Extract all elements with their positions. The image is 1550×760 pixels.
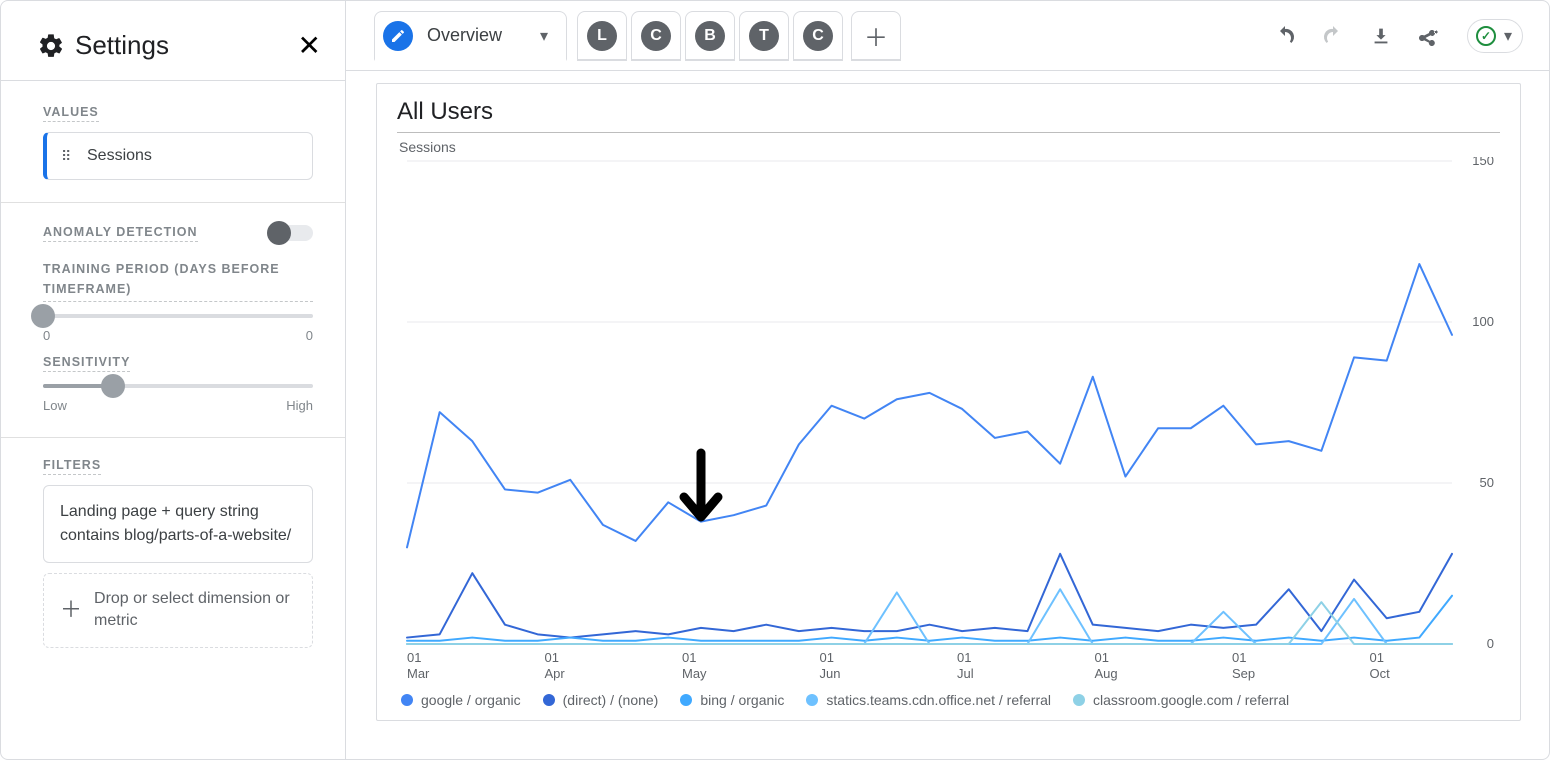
svg-text:Jul: Jul [957,666,974,681]
legend-item[interactable]: bing / organic [680,692,784,708]
svg-text:01: 01 [957,650,971,665]
mini-tab-label: T [749,21,779,51]
filter-drop-target[interactable]: ＋ Drop or select dimension or metric [43,573,313,648]
plus-icon: ＋ [60,595,82,626]
values-section-label: VALUES [43,105,99,122]
svg-text:01: 01 [407,650,421,665]
tab-overview[interactable]: Overview ▾ [374,11,567,61]
svg-text:01: 01 [1232,650,1246,665]
svg-text:150: 150 [1472,157,1494,168]
svg-text:01: 01 [545,650,559,665]
filter-chip[interactable]: Landing page + query string contains blo… [43,485,313,563]
status-pill[interactable]: ✓ ▾ [1467,19,1523,53]
svg-text:01: 01 [820,650,834,665]
tab-add[interactable]: ＋ [851,11,901,61]
legend-item[interactable]: classroom.google.com / referral [1073,692,1289,708]
pencil-icon [383,21,413,51]
sidebar-title: Settings [75,30,298,61]
sensitivity-label: SENSITIVITY [43,355,130,372]
mini-tab-b[interactable]: B [685,11,735,61]
filters-section-label: FILTERS [43,458,101,475]
share-button[interactable] [1415,22,1443,50]
legend-dot [543,694,555,706]
mini-tab-c[interactable]: C [793,11,843,61]
svg-text:Mar: Mar [407,666,430,681]
card-subtitle: Sessions [399,139,1500,155]
svg-text:50: 50 [1480,475,1494,490]
gear-icon [37,32,65,60]
training-min: 0 [43,328,50,343]
training-max: 0 [306,328,313,343]
legend-item[interactable]: (direct) / (none) [543,692,659,708]
filter-drop-label: Drop or select dimension or metric [94,588,296,633]
svg-text:May: May [682,666,707,681]
legend-item[interactable]: google / organic [401,692,521,708]
svg-text:Sep: Sep [1232,666,1255,681]
mini-tab-label: C [641,21,671,51]
check-circle-icon: ✓ [1476,26,1496,46]
svg-text:0: 0 [1487,636,1494,651]
mini-tab-l[interactable]: L [577,11,627,61]
svg-text:Jun: Jun [820,666,841,681]
line-chart[interactable]: 05010015001Mar01Apr01May01Jun01Jul01Aug0… [397,157,1500,684]
legend-dot [680,694,692,706]
svg-text:01: 01 [1370,650,1384,665]
legend-dot [1073,694,1085,706]
undo-button[interactable] [1271,22,1299,50]
legend-dot [806,694,818,706]
legend-label: (direct) / (none) [563,692,659,708]
download-button[interactable] [1367,22,1395,50]
tab-overview-label: Overview [427,25,502,46]
legend-dot [401,694,413,706]
values-chip-sessions[interactable]: ⠿ Sessions [43,132,313,180]
svg-text:100: 100 [1472,314,1494,329]
svg-text:Oct: Oct [1370,666,1391,681]
mini-tab-label: B [695,21,725,51]
training-period-label: TRAINING PERIOD (DAYS BEFORE TIMEFRAME) [43,259,313,302]
mini-tab-c[interactable]: C [631,11,681,61]
redo-button[interactable] [1319,22,1347,50]
training-period-slider[interactable] [43,314,313,318]
chart-card: All Users Sessions 05010015001Mar01Apr01… [376,83,1521,721]
mini-tab-t[interactable]: T [739,11,789,61]
svg-text:01: 01 [1095,650,1109,665]
legend-label: classroom.google.com / referral [1093,692,1289,708]
caret-down-icon: ▾ [540,26,548,46]
caret-down-icon: ▾ [1504,26,1512,46]
values-chip-label: Sessions [87,147,152,165]
close-icon[interactable]: ✕ [298,29,321,62]
mini-tab-label: L [587,21,617,51]
toolbar: Overview ▾ LCBTC ＋ ✓ ▾ [346,1,1549,71]
legend-label: google / organic [421,692,521,708]
svg-text:01: 01 [682,650,696,665]
sensitivity-min: Low [43,398,67,413]
main-pane: Overview ▾ LCBTC ＋ ✓ ▾ [346,1,1549,759]
drag-handle-icon: ⠿ [61,153,75,159]
mini-tab-label: C [803,21,833,51]
anomaly-section-label: ANOMALY DETECTION [43,225,198,242]
chart-legend: google / organic (direct) / (none) bing / … [397,684,1500,714]
sensitivity-slider[interactable] [43,384,313,388]
legend-label: bing / organic [700,692,784,708]
legend-item[interactable]: statics.teams.cdn.office.net / referral [806,692,1051,708]
plus-icon: ＋ [864,18,888,53]
sensitivity-max: High [286,398,313,413]
svg-text:Aug: Aug [1095,666,1118,681]
svg-text:Apr: Apr [545,666,566,681]
anomaly-toggle[interactable] [267,221,313,245]
settings-sidebar: Settings ✕ VALUES ⠿ Sessions ANOMALY DET… [1,1,346,759]
legend-label: statics.teams.cdn.office.net / referral [826,692,1051,708]
card-title: All Users [397,98,1500,133]
